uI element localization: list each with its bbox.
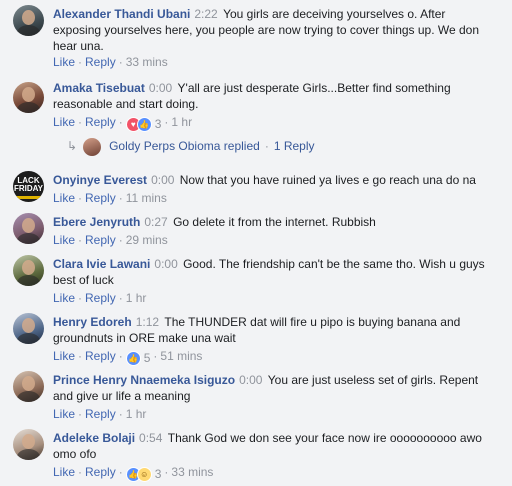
comment-age[interactable]: 11 mins [126, 191, 167, 205]
reply-button[interactable]: Reply [85, 115, 116, 129]
commenter-name[interactable]: Clara Ivie Lawani [53, 257, 150, 271]
reaction-summary[interactable]: 👍 5 [125, 350, 151, 367]
reaction-summary[interactable]: 👍 ☺ 3 [125, 466, 162, 483]
like-button[interactable]: Like [53, 465, 75, 479]
comment-actions: Like · Reply · 29 mins [53, 233, 168, 247]
comment-actions: Like · Reply · 1 hr [53, 407, 147, 421]
voice-duration: 0:00 [148, 81, 173, 95]
comment-actions: Like · Reply · 1 hr [53, 291, 147, 305]
like-reaction-icon: 👍 [125, 351, 141, 367]
avatar[interactable] [13, 213, 44, 244]
reply-button[interactable]: Reply [85, 291, 116, 305]
comment-body: Ebere Jenyruth 0:27 Go delete it from the… [53, 214, 493, 230]
voice-duration: 0:00 [151, 173, 175, 187]
commenter-name[interactable]: Onyinye Everest [53, 173, 147, 187]
comment-body: Onyinye Everest 0:00 Now that you have ru… [53, 172, 493, 188]
reaction-count: 5 [143, 350, 151, 365]
comment-body: Clara Ivie Lawani 0:00 Good. The friendsh… [53, 256, 493, 288]
like-button[interactable]: Like [53, 191, 75, 205]
comment-text: Go delete it from the internet. Rubbish [173, 215, 376, 229]
reply-button[interactable]: Reply [85, 191, 116, 205]
reply-summary[interactable]: ↳ Goldy Perps Obioma replied · 1 Reply [67, 137, 315, 156]
avatar[interactable] [13, 5, 44, 36]
avatar[interactable] [13, 371, 44, 402]
commenter-name[interactable]: Adeleke Bolaji [53, 431, 135, 445]
replier-name[interactable]: Goldy Perps Obioma replied [109, 139, 260, 153]
comment-age[interactable]: 33 mins [126, 55, 168, 69]
comment-age[interactable]: 33 mins [171, 465, 213, 479]
commenter-name[interactable]: Henry Edoreh [53, 315, 132, 329]
comment-age[interactable]: 29 mins [126, 233, 168, 247]
reaction-count: 3 [154, 116, 162, 131]
voice-duration: 2:22 [194, 7, 218, 21]
voice-duration: 0:54 [139, 431, 163, 445]
commenter-name[interactable]: Alexander Thandi Ubani [53, 7, 190, 21]
avatar-text: LACK FRIDAY [13, 176, 44, 193]
reply-button[interactable]: Reply [85, 55, 116, 69]
reply-button[interactable]: Reply [85, 465, 116, 479]
avatar[interactable] [13, 429, 44, 460]
comment-actions: Like · Reply · 👍 5 · 51 mins [53, 349, 203, 367]
avatar[interactable] [13, 82, 44, 113]
reaction-summary[interactable]: ♥ 👍 3 [125, 116, 162, 133]
commenter-name[interactable]: Amaka Tisebuat [53, 81, 145, 95]
comment-age[interactable]: 1 hr [126, 407, 147, 421]
comment-age[interactable]: 51 mins [160, 349, 202, 363]
reply-arrow-icon: ↳ [67, 139, 78, 153]
like-button[interactable]: Like [53, 349, 75, 363]
reply-button[interactable]: Reply [85, 349, 116, 363]
haha-reaction-icon: ☺ [136, 467, 152, 483]
comment-body: Adeleke Bolaji 0:54 Thank God we don see … [53, 430, 493, 462]
like-reaction-icon: 👍 [136, 117, 152, 133]
avatar [83, 137, 102, 156]
reply-count-link[interactable]: 1 Reply [274, 139, 315, 153]
like-button[interactable]: Like [53, 55, 75, 69]
comment-body: Prince Henry Nnaemeka Isiguzo 0:00 You ar… [53, 372, 493, 404]
avatar[interactable]: LACK FRIDAY [13, 171, 44, 202]
comment-body: Amaka Tisebuat 0:00 Y'all are just desper… [53, 80, 493, 112]
comment-body: Henry Edoreh 1:12 The THUNDER dat will fi… [53, 314, 493, 346]
like-button[interactable]: Like [53, 115, 75, 129]
voice-duration: 0:00 [239, 373, 263, 387]
comment-actions: Like · Reply · 👍 ☺ 3 · 33 mins [53, 465, 214, 483]
reply-button[interactable]: Reply [85, 233, 116, 247]
like-button[interactable]: Like [53, 233, 75, 247]
like-button[interactable]: Like [53, 407, 75, 421]
commenter-name[interactable]: Prince Henry Nnaemeka Isiguzo [53, 373, 235, 387]
avatar[interactable] [13, 255, 44, 286]
voice-duration: 1:12 [135, 315, 160, 329]
comment-actions: Like · Reply · ♥ 👍 3 · 1 hr [53, 115, 193, 133]
comment-age[interactable]: 1 hr [171, 115, 192, 129]
commenter-name[interactable]: Ebere Jenyruth [53, 215, 140, 229]
reply-button[interactable]: Reply [85, 407, 116, 421]
voice-duration: 0:00 [154, 257, 178, 271]
comment-actions: Like · Reply · 11 mins [53, 191, 167, 205]
comment-text: Now that you have ruined ya lives e go r… [179, 173, 476, 187]
comment-body: Alexander Thandi Ubani 2:22 You girls are… [53, 6, 493, 54]
avatar[interactable] [13, 313, 44, 344]
voice-duration: 0:27 [144, 215, 168, 229]
reaction-count: 3 [154, 466, 162, 481]
like-button[interactable]: Like [53, 291, 75, 305]
comment-age[interactable]: 1 hr [126, 291, 147, 305]
comment-actions: Like · Reply · 33 mins [53, 55, 168, 69]
